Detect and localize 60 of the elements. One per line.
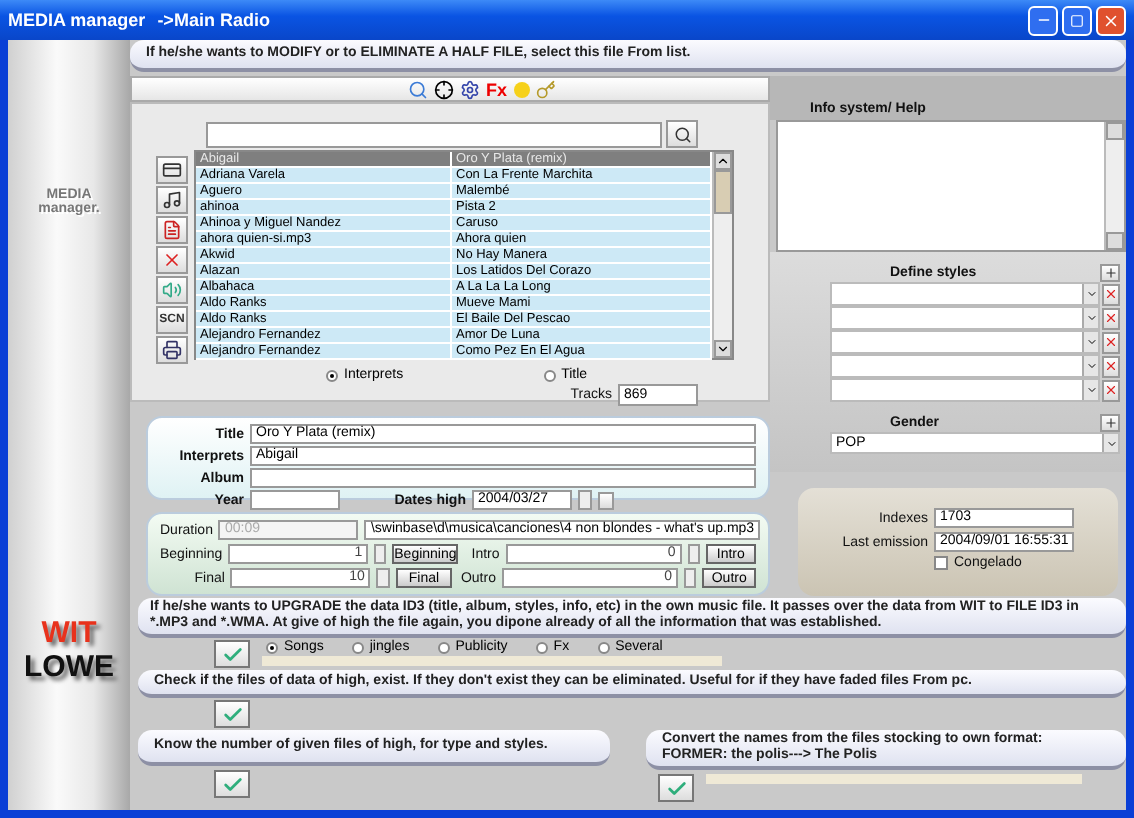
document-button[interactable] (156, 216, 188, 244)
close-button[interactable] (1096, 5, 1126, 35)
crosshair-icon[interactable] (434, 79, 454, 99)
delete-style-button[interactable] (1102, 379, 1120, 401)
card-button[interactable] (156, 156, 188, 184)
brand-text: WIT (41, 616, 97, 650)
speaker-icon (162, 280, 182, 300)
delete-style-button[interactable] (1102, 283, 1120, 305)
check-icon (221, 773, 243, 795)
delete-icon (1104, 310, 1118, 326)
search-button[interactable] (666, 120, 698, 148)
run-button[interactable] (214, 700, 250, 728)
fx-button[interactable]: Fx (486, 79, 508, 99)
delete-style-button[interactable] (1102, 331, 1120, 353)
frozen-checkbox[interactable] (934, 556, 948, 570)
run-button[interactable] (658, 774, 694, 802)
search-icon (673, 125, 691, 143)
music-note-icon (162, 190, 182, 210)
delete-icon (162, 250, 182, 270)
key-icon[interactable] (535, 79, 556, 99)
search-field[interactable] (206, 121, 662, 147)
add-gender-button[interactable] (1100, 414, 1120, 432)
maximize-button[interactable] (1062, 5, 1092, 35)
caret-icon (1105, 437, 1117, 449)
plus-icon (1103, 266, 1117, 280)
music-button[interactable] (156, 186, 188, 214)
search-icon[interactable] (408, 79, 428, 99)
document-icon (162, 220, 182, 240)
add-style-button[interactable] (1100, 264, 1120, 282)
window-subtitle: ->Main Radio (157, 10, 270, 30)
check-icon (221, 703, 243, 725)
printer-icon (162, 340, 182, 360)
year-field[interactable] (250, 490, 340, 510)
print-button[interactable] (156, 336, 188, 364)
speaker-button[interactable] (156, 276, 188, 304)
delete-style-button[interactable] (1102, 307, 1120, 329)
delete-style-button[interactable] (1102, 355, 1120, 377)
scroll-thumb[interactable] (714, 170, 732, 214)
minimize-button[interactable] (1028, 5, 1058, 35)
delete-icon (1104, 334, 1118, 350)
delete-icon (1104, 358, 1118, 374)
run-button[interactable] (214, 770, 250, 798)
scroll-up-icon[interactable] (716, 154, 730, 168)
check-icon (665, 777, 687, 799)
plus-icon (1103, 416, 1117, 430)
brand-text: LOWE (24, 650, 114, 684)
spinner[interactable] (578, 490, 592, 510)
delete-icon (1104, 286, 1118, 302)
run-button[interactable] (214, 640, 250, 668)
delete-icon (1104, 382, 1118, 398)
album-field[interactable] (250, 468, 756, 488)
window-title: MEDIA manager (8, 10, 146, 30)
calendar-button[interactable] (598, 491, 614, 509)
delete-button[interactable] (156, 246, 188, 274)
maximize-icon (1070, 13, 1084, 27)
card-icon (162, 160, 182, 180)
check-icon (221, 643, 243, 665)
gear-icon[interactable] (460, 79, 480, 99)
close-icon (1102, 11, 1120, 29)
scroll-down-icon[interactable] (716, 342, 730, 356)
